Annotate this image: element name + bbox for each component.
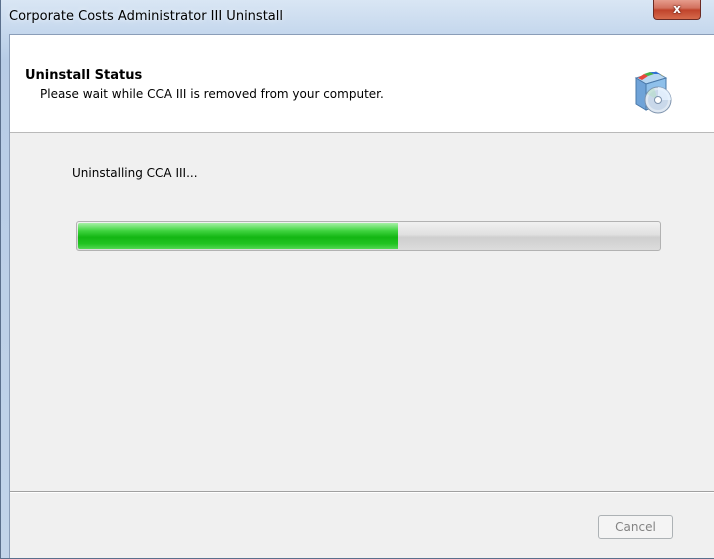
- uninstall-window: Corporate Costs Administrator III Uninst…: [0, 0, 714, 559]
- installer-disc-icon: [634, 71, 672, 114]
- page-title: Uninstall Status: [25, 68, 143, 83]
- progress-bar-fill: [78, 223, 398, 249]
- footer-divider: [10, 491, 714, 493]
- header-panel: Uninstall Status Please wait while CCA I…: [10, 35, 714, 133]
- status-message: Uninstalling CCA III...: [72, 166, 198, 180]
- close-icon: x: [673, 2, 681, 16]
- page-subtitle: Please wait while CCA III is removed fro…: [40, 87, 384, 101]
- dialog-client-area: Uninstall Status Please wait while CCA I…: [9, 34, 714, 558]
- window-title: Corporate Costs Administrator III Uninst…: [9, 9, 283, 24]
- cancel-button[interactable]: Cancel: [598, 515, 673, 539]
- close-button[interactable]: x: [653, 0, 701, 20]
- progress-bar: [76, 221, 661, 251]
- title-bar[interactable]: Corporate Costs Administrator III Uninst…: [1, 0, 714, 34]
